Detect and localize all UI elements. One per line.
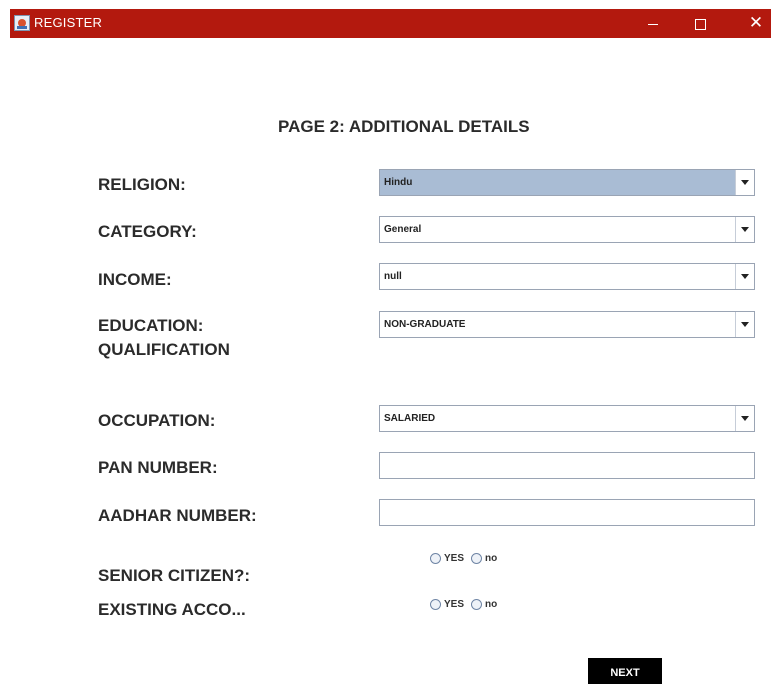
java-app-icon [14,15,30,31]
education-value: NON-GRADUATE [384,319,466,330]
existing-account-yes-radio[interactable] [430,599,441,610]
religion-value: Hindu [384,177,413,188]
existing-account-yes-label[interactable]: YES [444,599,464,610]
category-dropdown[interactable]: General [379,216,755,243]
window-title: REGISTER [34,15,103,30]
close-icon: ✕ [748,13,764,33]
education-dropdown[interactable]: NON-GRADUATE [379,311,755,338]
religion-label: RELIGION: [98,175,186,194]
aadhar-label: AADHAR NUMBER: [98,506,257,525]
aadhar-number-field[interactable] [379,499,755,526]
existing-account-label: EXISTING ACCO... [98,600,246,619]
religion-dropdown[interactable]: Hindu [379,169,755,196]
income-dropdown[interactable]: null [379,263,755,290]
occupation-dropdown[interactable]: SALARIED [379,405,755,432]
senior-citizen-yes-radio[interactable] [430,553,441,564]
senior-citizen-options: YES no [430,553,504,569]
education-label: EDUCATION: [98,316,204,335]
senior-citizen-no-label[interactable]: no [485,553,497,564]
chevron-down-icon[interactable] [735,312,754,337]
existing-account-no-radio[interactable] [471,599,483,610]
window-titlebar: REGISTER ✕ [10,9,771,38]
income-label: INCOME: [98,270,172,289]
pan-number-field[interactable] [379,452,755,479]
chevron-down-icon[interactable] [735,170,754,195]
existing-account-options: YES no [430,599,504,615]
occupation-value: SALARIED [384,413,436,424]
pan-label: PAN NUMBER: [98,458,218,477]
chevron-down-icon[interactable] [735,406,754,431]
income-value: null [384,271,402,282]
senior-citizen-no-radio[interactable] [471,553,483,564]
existing-account-no-label[interactable]: no [485,599,497,610]
category-value: General [384,224,422,235]
senior-citizen-yes-label[interactable]: YES [444,553,464,564]
occupation-label: OCCUPATION: [98,411,216,430]
senior-citizen-label: SENIOR CITIZEN?: [98,566,251,585]
minimize-button[interactable] [631,9,675,38]
page-title: PAGE 2: ADDITIONAL DETAILS [278,117,530,136]
maximize-icon [694,18,706,30]
chevron-down-icon[interactable] [735,217,754,242]
maximize-button[interactable] [678,9,722,38]
next-button[interactable]: NEXT [588,658,662,684]
minimize-icon [648,23,658,25]
chevron-down-icon[interactable] [735,264,754,289]
close-button[interactable]: ✕ [734,9,771,38]
category-label: CATEGORY: [98,222,197,241]
qualification-label: QUALIFICATION [98,340,230,359]
